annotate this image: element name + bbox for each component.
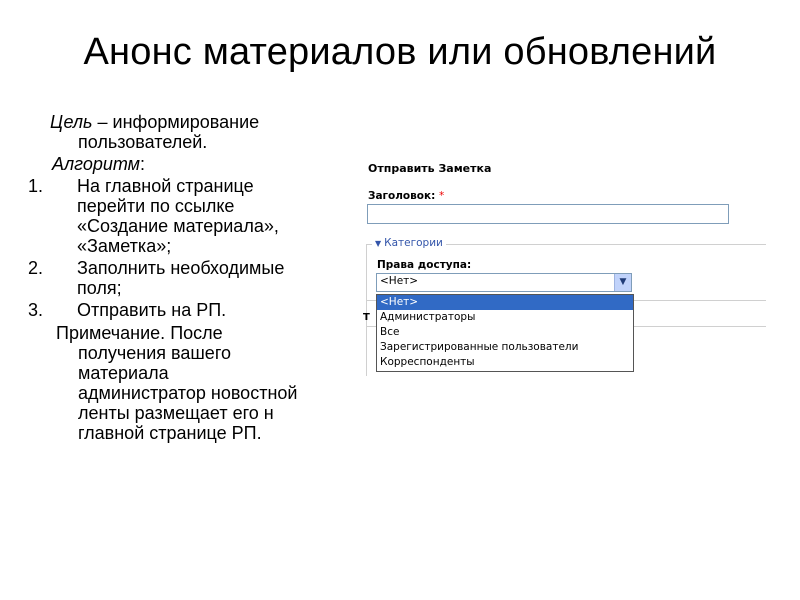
- algorithm-label: Алгоритм: [52, 154, 140, 174]
- goal-text-line2: пользователей.: [78, 132, 208, 152]
- note-line: Примечание. После: [56, 323, 223, 343]
- title-input[interactable]: [367, 204, 729, 224]
- list-line: На главной странице: [77, 176, 254, 196]
- list-item: 1. На главной странице перейти по ссылке…: [0, 176, 370, 256]
- goal-text: – информирование: [92, 112, 260, 132]
- note-line: ленты размещает его н: [78, 403, 274, 423]
- note-line: главной странице РП.: [78, 423, 262, 443]
- form-screenshot: Отправить Заметка Заголовок: * ▼ Категори…: [363, 158, 766, 378]
- algorithm-paragraph: Алгоритм:: [0, 154, 370, 174]
- form-heading: Отправить Заметка: [368, 162, 492, 175]
- categories-toggle[interactable]: ▼ Категории: [372, 237, 446, 249]
- triangle-down-icon: ▼: [375, 239, 382, 248]
- access-rights-dropdown[interactable]: <Нет> Администраторы Все Зарегистрирован…: [376, 294, 634, 372]
- note-paragraph: Примечание. После получения вашего матер…: [0, 323, 370, 443]
- instruction-text: Цель – информирование пользователей. Алг…: [0, 112, 370, 443]
- access-rights-select[interactable]: <Нет> ▼: [376, 273, 632, 292]
- list-item: 2. Заполнить необходимые поля;: [0, 258, 370, 298]
- title-field-label: Заголовок: *: [368, 190, 445, 202]
- list-line: поля;: [77, 278, 122, 298]
- slide-title: Анонс материалов или обновлений: [83, 31, 717, 73]
- list-line: перейти по ссылке: [77, 196, 235, 216]
- dropdown-option-correspondents[interactable]: Корреспонденты: [377, 355, 633, 370]
- list-number: 3.: [28, 300, 44, 320]
- dropdown-option-none[interactable]: <Нет>: [377, 295, 633, 310]
- list-item: 3. Отправить на РП.: [0, 300, 370, 320]
- select-value: <Нет>: [380, 275, 419, 287]
- note-line: материала: [78, 363, 169, 383]
- partial-label: Т: [363, 312, 370, 323]
- fieldset-border-left: [366, 244, 367, 376]
- algorithm-suffix: :: [140, 154, 146, 174]
- note-line: получения вашего: [78, 343, 231, 363]
- list-number: 2.: [28, 258, 44, 278]
- chevron-down-icon[interactable]: ▼: [614, 274, 631, 291]
- goal-label: Цель: [50, 112, 93, 132]
- list-number: 1.: [28, 176, 44, 196]
- access-rights-label: Права доступа:: [377, 259, 472, 271]
- dropdown-option-admins[interactable]: Администраторы: [377, 310, 633, 325]
- note-line: администратор новостной: [78, 383, 298, 403]
- dropdown-option-all[interactable]: Все: [377, 325, 633, 340]
- dropdown-option-registered[interactable]: Зарегистрированные пользователи: [377, 340, 633, 355]
- categories-legend: Категории: [384, 237, 443, 249]
- list-line: «Создание материала»,: [77, 216, 279, 236]
- list-line: Отправить на РП.: [77, 300, 227, 320]
- goal-paragraph: Цель – информирование пользователей.: [0, 112, 370, 152]
- list-line: Заполнить необходимые: [77, 258, 285, 278]
- required-mark: *: [439, 190, 445, 202]
- list-line: «Заметка»;: [77, 236, 172, 256]
